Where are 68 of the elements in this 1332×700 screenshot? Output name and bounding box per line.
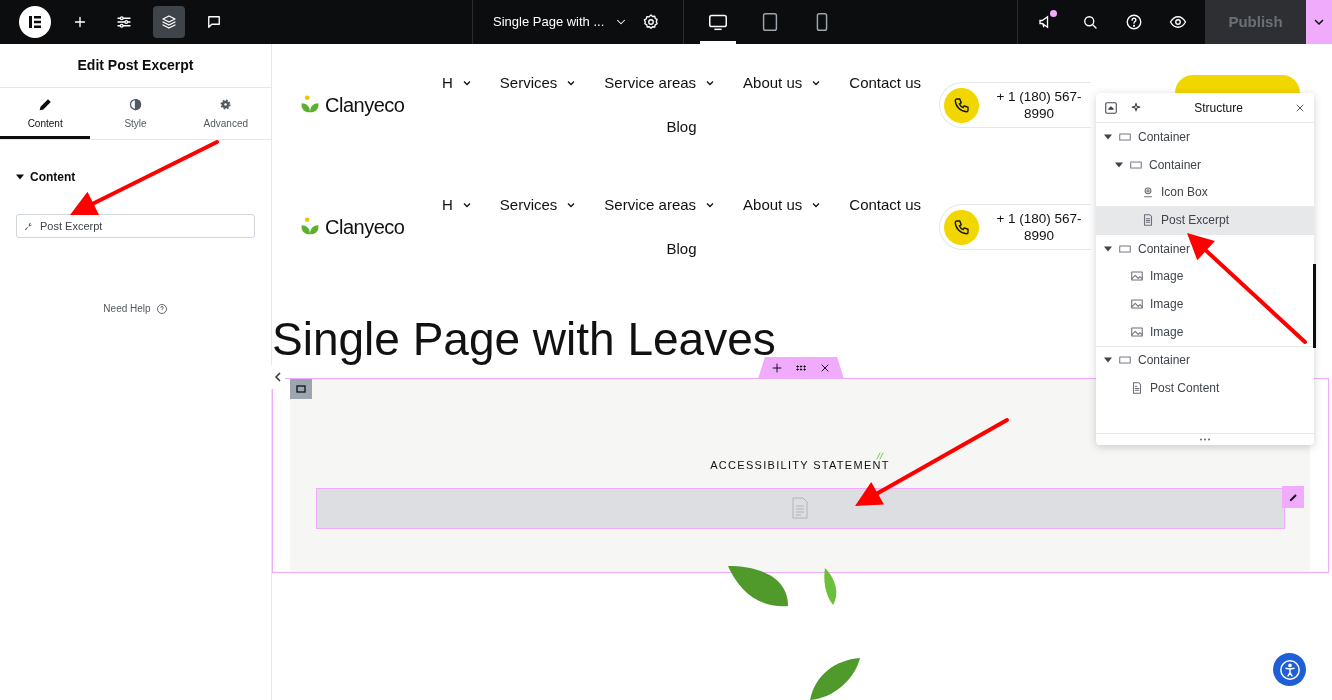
settings-icon[interactable] [642,13,661,31]
nav-link[interactable]: Contact us [849,71,921,94]
panel-title: Edit Post Excerpt [0,44,271,88]
nav-link[interactable]: About us [743,71,823,94]
image-icon [1130,296,1144,311]
phone-icon [952,96,971,114]
pencil-icon [1287,491,1299,503]
nav-link[interactable]: Service areas [604,193,717,216]
nav-link[interactable]: H [442,71,473,94]
section-toggle[interactable]: Content [16,168,271,186]
need-help-link[interactable]: Need Help [103,301,168,316]
structure-item[interactable]: Container [1096,123,1314,151]
widget-field[interactable]: Post Excerpt [16,214,255,238]
structure-item[interactable]: Image [1096,262,1314,291]
section-heading: ACCESSIBILITY STATEMENT [710,458,890,473]
elementor-logo-icon[interactable] [19,6,51,38]
page-heading: Single Page with Leaves [272,314,776,364]
accessibility-button[interactable] [1273,653,1306,686]
chevron-left-icon [274,372,282,382]
scrollbar-thumb[interactable] [1313,264,1316,348]
panel-tab[interactable]: Advanced [180,88,271,139]
nav-link[interactable]: H [442,193,473,216]
nav-link[interactable]: Contact us [849,193,921,216]
structure-title: Structure [1193,99,1244,117]
help-icon [155,302,168,315]
structure-item[interactable]: Icon Box [1096,178,1314,207]
icon-box-icon [1141,185,1155,200]
layers-icon[interactable] [153,6,185,38]
nav-link[interactable]: Services [499,193,578,216]
phone-icon [952,218,971,236]
structure-item[interactable]: Container [1096,346,1314,375]
caret-icon [1115,160,1123,169]
edit-widget-button[interactable] [1282,486,1304,508]
nav-link[interactable]: About us [743,193,823,216]
collapse-up-icon[interactable] [1104,100,1118,115]
nav-link[interactable]: Blog [666,116,697,139]
document-icon [1130,381,1144,396]
structure-item[interactable]: Post Excerpt [1096,206,1314,234]
drag-handle-icon[interactable] [795,362,807,374]
caret-icon [1104,132,1112,141]
nav-link[interactable]: Service areas [604,71,717,94]
caret-icon [16,173,24,181]
structure-item[interactable]: Container [1096,234,1314,263]
image-icon [1130,324,1144,339]
caret-icon [1104,244,1112,253]
site-logo-text: Clanyeco [325,215,405,240]
panel-tab[interactable]: Style [90,88,181,139]
container-handle[interactable] [290,379,312,399]
panel-tab[interactable]: Content [0,88,91,139]
caret-icon [1104,356,1112,365]
nav-link[interactable]: Services [499,71,578,94]
accessibility-icon [1278,658,1301,681]
add-icon[interactable] [771,362,783,374]
document-icon [1141,212,1155,227]
structure-item[interactable]: Image [1096,317,1314,346]
image-icon [1130,269,1144,284]
wrench-icon [23,220,34,232]
page-title-dropdown[interactable]: Single Page with ... [493,12,629,32]
container-icon [296,385,306,393]
close-icon[interactable] [819,362,831,374]
structure-item[interactable]: Image [1096,290,1314,318]
nav-link[interactable]: Blog [666,238,697,261]
contrast-icon [128,96,143,112]
structure-item[interactable]: Post Content [1096,374,1314,402]
document-icon [791,497,809,519]
structure-item[interactable]: Container [1096,150,1314,179]
more-icon [1199,438,1211,441]
site-logo-text: Clanyeco [325,93,405,118]
